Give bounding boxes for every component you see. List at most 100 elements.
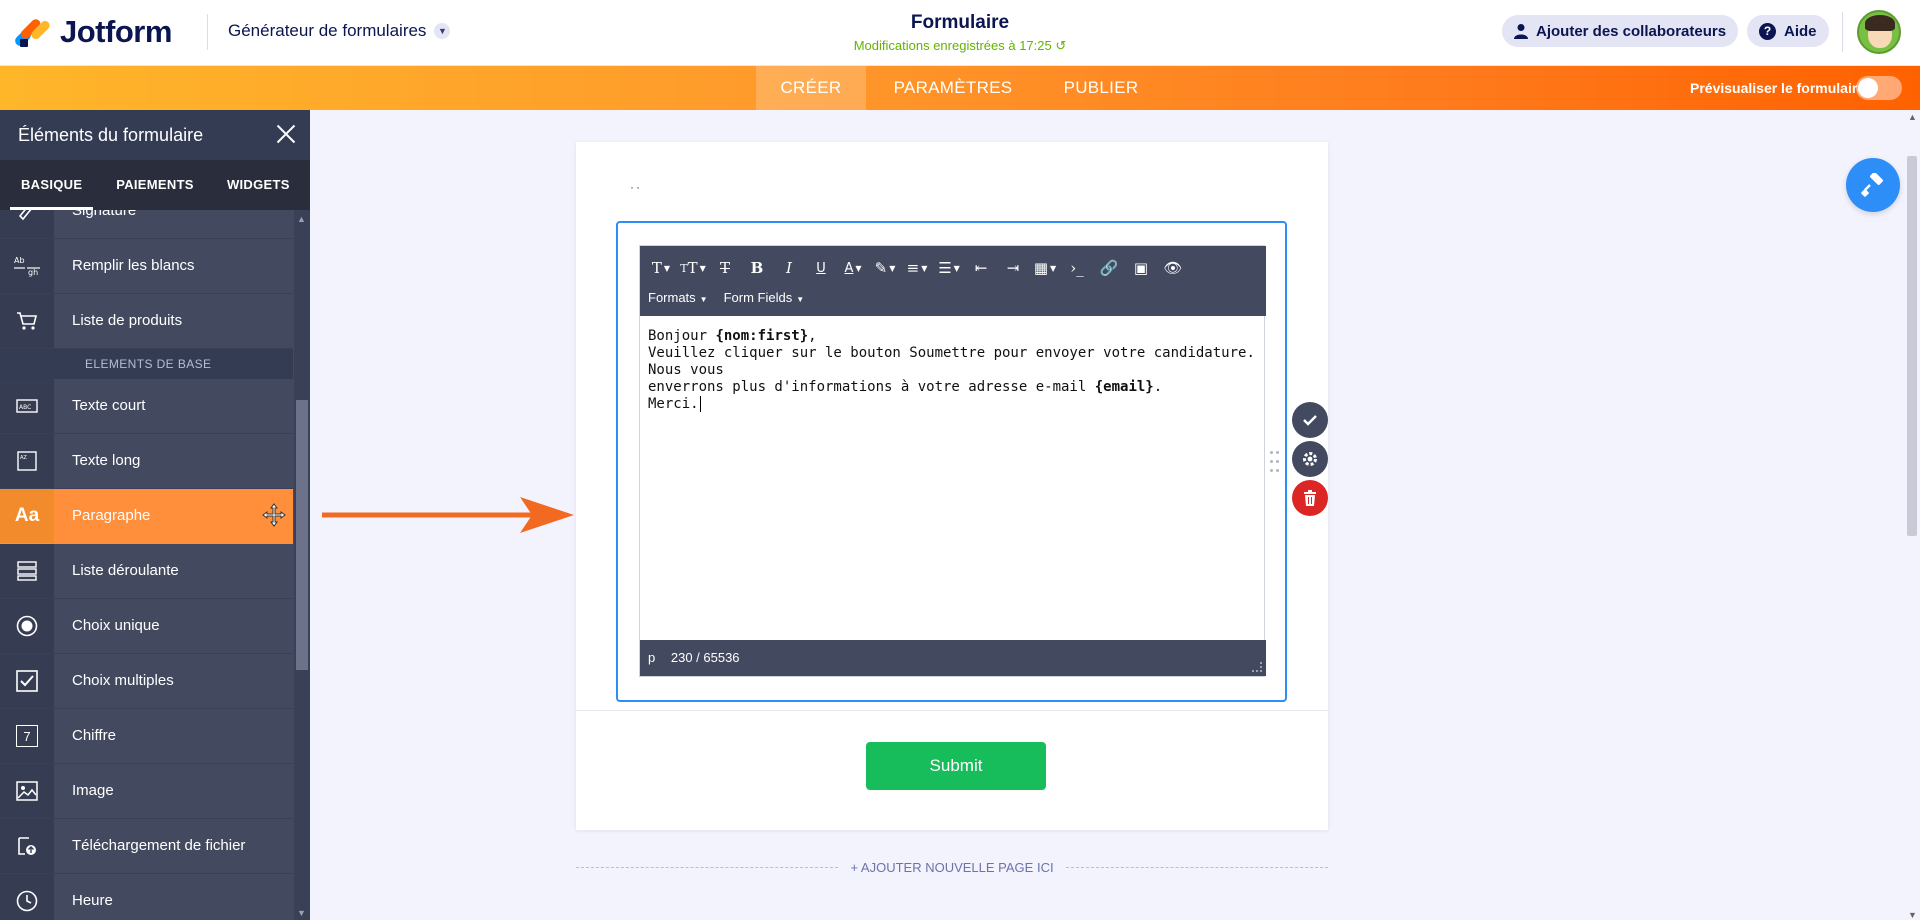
resize-grip-icon[interactable] — [1252, 662, 1262, 672]
section-basic-elements: ELEMENTS DE BASE — [0, 349, 293, 379]
tab-create[interactable]: CRÉER — [756, 66, 866, 110]
form-fields-menu[interactable]: Form Fields ▼ — [724, 290, 805, 305]
list-icon[interactable]: ☰ ▼ — [936, 258, 962, 278]
top-header: Jotform Générateur de formulaires ▼ Form… — [0, 0, 1920, 66]
sidebar-item-product-list[interactable]: Liste de produits — [0, 294, 293, 349]
scroll-down-icon[interactable]: ▼ — [1908, 910, 1917, 920]
add-new-page[interactable]: + AJOUTER NOUVELLE PAGE ICI — [576, 858, 1328, 878]
link-icon[interactable]: 🔗 — [1096, 258, 1122, 278]
scroll-up-icon[interactable]: ▲ — [297, 214, 307, 224]
editor-line: Merci. — [648, 396, 1258, 413]
formats-menu-label: Formats — [648, 290, 696, 305]
sidebar-item-signature[interactable]: Signature — [0, 210, 293, 239]
sidebar-item-file-upload[interactable]: Téléchargement de fichier — [0, 819, 293, 874]
code-icon[interactable]: ›_ — [1064, 258, 1090, 278]
font-family-icon[interactable]: T ▼ — [648, 258, 674, 278]
scroll-down-icon[interactable]: ▼ — [297, 908, 307, 918]
chevron-down-icon: ▼ — [434, 23, 451, 39]
sidebar-item-label: Téléchargement de fichier — [72, 837, 246, 854]
table-icon[interactable]: ▦ ▼ — [1032, 258, 1058, 278]
editor-line: Veuillez cliquer sur le bouton Soumettre… — [648, 345, 1255, 378]
align-icon[interactable]: ≡ ▼ — [904, 258, 930, 278]
paint-roller-icon — [1861, 173, 1883, 197]
close-icon[interactable] — [274, 122, 298, 146]
delete-field-button[interactable] — [1292, 480, 1328, 516]
paragraph-icon: Aa — [0, 489, 54, 543]
sidebar-item-long-text[interactable]: AZ Texte long — [0, 434, 293, 489]
underline-icon[interactable]: U — [808, 258, 834, 278]
builder-menu-label: Générateur de formulaires — [228, 21, 427, 40]
font-size-icon[interactable]: T T ▼ — [680, 258, 706, 278]
sidebar-item-short-text[interactable]: ABC Texte court — [0, 379, 293, 434]
sidebar-item-multiple-choice[interactable]: Choix multiples — [0, 654, 293, 709]
add-collaborators-label: Ajouter des collaborateurs — [1536, 22, 1727, 40]
sidebar-item-single-choice[interactable]: Choix unique — [0, 599, 293, 654]
confirm-button[interactable] — [1292, 402, 1328, 438]
tab-basic[interactable]: BASIQUE — [0, 160, 103, 210]
sidebar-scrollbar[interactable]: ▲ ▼ — [294, 210, 310, 920]
editor-content[interactable]: Bonjour {nom:first}, Veuillez cliquer su… — [648, 328, 1258, 413]
editor-toolbar: T ▼ T T ▼ T B I U A ▼ ✎ ▼ ≡ ▼ ☰ ▼ ⇤ ⇥ ▦ ▼ ›_ 🔗 ▣ — [640, 246, 1266, 316]
history-icon: ↺ — [1055, 38, 1067, 53]
editor-line: Bonjour {nom:first}, — [648, 328, 1258, 345]
upload-icon — [0, 819, 54, 873]
add-new-page-label: + AJOUTER NOUVELLE PAGE ICI — [850, 860, 1054, 875]
card-divider — [576, 710, 1328, 711]
sidebar-item-dropdown[interactable]: Liste déroulante — [0, 544, 293, 599]
indent-icon[interactable]: ⇥ — [1000, 258, 1026, 278]
submit-button[interactable]: Submit — [866, 742, 1046, 790]
form-header-placeholder: ·· — [630, 180, 642, 194]
save-status-text: Modifications enregistrées à 17:25 — [853, 38, 1052, 53]
jotform-logo[interactable]: Jotform — [13, 14, 172, 50]
tab-payments[interactable]: PAIEMENTS — [103, 160, 206, 210]
avatar[interactable] — [1857, 10, 1901, 54]
insert-image-icon[interactable]: ▣ — [1128, 258, 1154, 278]
checkbox-icon — [0, 654, 54, 708]
short-text-icon: ABC — [0, 379, 54, 433]
outdent-icon[interactable]: ⇤ — [968, 258, 994, 278]
rich-text-editor: T ▼ T T ▼ T B I U A ▼ ✎ ▼ ≡ ▼ ☰ ▼ ⇤ ⇥ ▦ ▼ ›_ 🔗 ▣ — [639, 245, 1266, 677]
help-icon: ? — [1759, 22, 1776, 40]
highlight-icon[interactable]: ✎ ▼ — [872, 258, 898, 278]
avatar-hair — [1865, 15, 1895, 31]
italic-icon[interactable]: I — [776, 258, 802, 278]
sidebar-item-fill-blank[interactable]: Ab gh Remplir les blancs — [0, 239, 293, 294]
header-divider-right — [1842, 12, 1843, 52]
svg-text:Ab: Ab — [14, 256, 25, 265]
sidebar-item-image[interactable]: Image — [0, 764, 293, 819]
sidebar-scroll-thumb[interactable] — [296, 400, 308, 670]
formats-menu[interactable]: Formats ▼ — [648, 290, 708, 305]
drag-handle-icon[interactable] — [1270, 451, 1280, 473]
paragraph-field-selected[interactable]: T ▼ T T ▼ T B I U A ▼ ✎ ▼ ≡ ▼ ☰ ▼ ⇤ ⇥ ▦ ▼ ›_ 🔗 ▣ — [616, 221, 1287, 702]
add-collaborators-button[interactable]: Ajouter des collaborateurs — [1502, 15, 1739, 47]
bold-icon[interactable]: B — [744, 258, 770, 278]
tab-widgets[interactable]: WIDGETS — [207, 160, 310, 210]
text-span: Bonjour — [648, 328, 716, 344]
sidebar-item-time[interactable]: Heure — [0, 874, 293, 920]
sidebar-header: Éléments du formulaire — [0, 110, 310, 160]
cart-icon — [0, 294, 54, 348]
sidebar-item-label: Liste déroulante — [72, 562, 179, 579]
tab-publish[interactable]: PUBLIER — [1050, 66, 1152, 110]
image-icon — [0, 764, 54, 818]
text-span: Merci. — [648, 396, 699, 412]
page-scrollbar[interactable]: ▲ ▼ — [1904, 110, 1920, 920]
form-fields-menu-label: Form Fields — [723, 290, 793, 305]
header-divider — [207, 14, 208, 50]
sidebar-item-paragraph[interactable]: Aa Paragraphe — [0, 489, 293, 544]
page-scroll-thumb[interactable] — [1907, 156, 1917, 536]
preview-toggle[interactable] — [1856, 76, 1902, 100]
form-designer-button[interactable] — [1846, 158, 1900, 212]
text-color-icon[interactable]: A ▼ — [840, 258, 866, 278]
move-cursor-icon — [262, 503, 286, 527]
sidebar-item-label: Texte long — [72, 452, 141, 469]
scroll-up-icon[interactable]: ▲ — [1908, 112, 1917, 122]
sidebar-item-number[interactable]: 7 Chiffre — [0, 709, 293, 764]
number-icon: 7 — [0, 709, 54, 763]
preview-eye-icon[interactable]: 👁 — [1160, 258, 1186, 278]
clear-format-icon[interactable]: T — [712, 258, 738, 278]
help-button[interactable]: ? Aide — [1747, 15, 1829, 47]
field-settings-button[interactable] — [1292, 441, 1328, 477]
tab-settings[interactable]: PARAMÈTRES — [878, 66, 1028, 110]
builder-menu[interactable]: Générateur de formulaires ▼ — [228, 21, 451, 41]
